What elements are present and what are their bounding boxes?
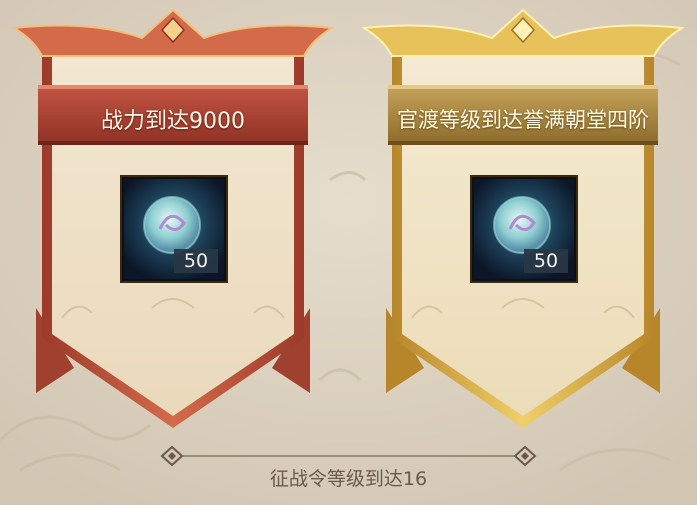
reward-item-slot[interactable]: 50 [120, 175, 228, 283]
reward-banner-power[interactable]: 战力到达9000 50 [12, 8, 334, 438]
reward-condition: 战力到达9000 [101, 109, 245, 134]
diamond-ornament-icon [513, 445, 537, 467]
reward-condition: 官渡等级到达誉满朝堂四阶 [397, 108, 649, 132]
item-quantity: 50 [524, 249, 568, 273]
diamond-ornament-icon [160, 445, 184, 467]
item-quantity: 50 [174, 249, 218, 273]
requirement-text: 征战令等级到达16 [269, 468, 428, 490]
reward-item-slot[interactable]: 50 [470, 175, 578, 283]
reward-banner-guandu[interactable]: 官渡等级到达誉满朝堂四阶 50 [362, 8, 684, 438]
footer-requirement: 征战令等级到达16 [0, 440, 697, 500]
